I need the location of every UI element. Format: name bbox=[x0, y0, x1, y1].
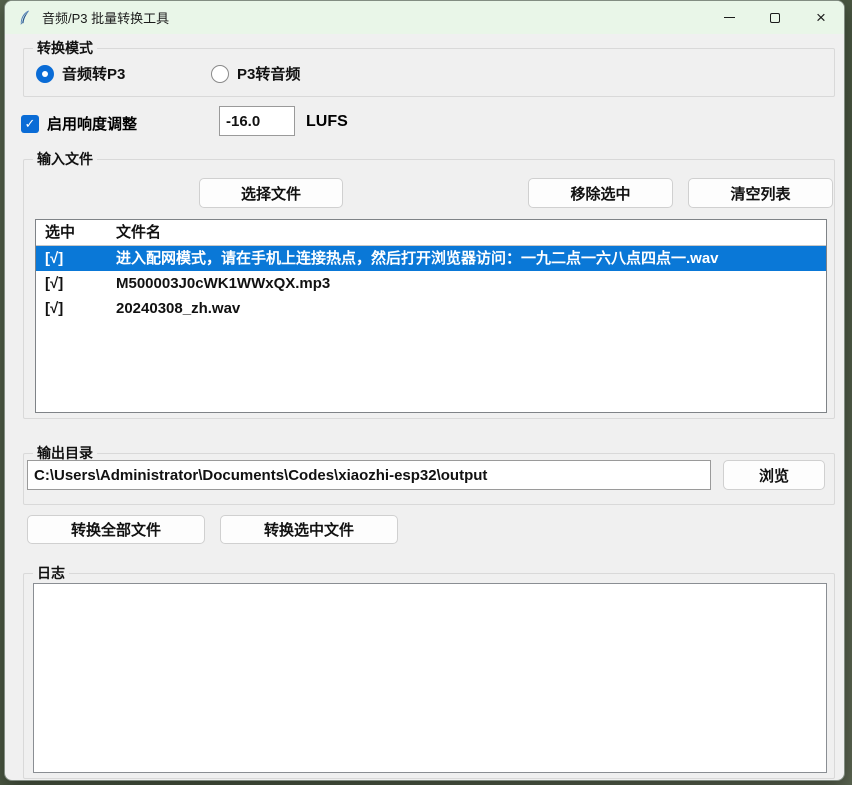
convert-selected-button[interactable]: 转换选中文件 bbox=[220, 515, 398, 544]
table-row[interactable]: [√]进入配网模式，请在手机上连接热点，然后打开浏览器访问：一九二点一六八点四点… bbox=[36, 246, 826, 271]
log-group-label: 日志 bbox=[33, 563, 69, 583]
mode-groupbox: 转换模式 音频转P3 P3转音频 bbox=[23, 48, 835, 97]
row-checked: [√] bbox=[36, 271, 116, 296]
lufs-input[interactable]: -16.0 bbox=[219, 106, 295, 136]
header-checked: 选中 bbox=[36, 220, 116, 245]
mode-group-label: 转换模式 bbox=[33, 38, 97, 58]
radio-p3-to-audio[interactable]: P3转音频 bbox=[211, 63, 300, 84]
title-bar: 音频/P3 批量转换工具 × bbox=[5, 1, 844, 34]
close-icon: × bbox=[816, 9, 826, 26]
file-table[interactable]: 选中 文件名 [√]进入配网模式，请在手机上连接热点，然后打开浏览器访问：一九二… bbox=[35, 219, 827, 413]
header-filename: 文件名 bbox=[116, 220, 826, 245]
select-files-button[interactable]: 选择文件 bbox=[199, 178, 343, 208]
log-textarea[interactable] bbox=[33, 583, 827, 773]
output-path-input[interactable]: C:\Users\Administrator\Documents\Codes\x… bbox=[27, 460, 711, 490]
clear-list-button[interactable]: 清空列表 bbox=[688, 178, 833, 208]
row-filename: 20240308_zh.wav bbox=[116, 296, 826, 321]
maximize-icon bbox=[770, 13, 780, 23]
radio-icon bbox=[36, 65, 54, 83]
radio-label: P3转音频 bbox=[237, 63, 300, 84]
loudness-checkbox-label: 启用响度调整 bbox=[47, 113, 137, 134]
minimize-button[interactable] bbox=[706, 1, 752, 34]
file-table-body: [√]进入配网模式，请在手机上连接热点，然后打开浏览器访问：一九二点一六八点四点… bbox=[36, 246, 826, 321]
python-feather-icon bbox=[17, 10, 33, 26]
close-button[interactable]: × bbox=[798, 1, 844, 34]
row-filename: M500003J0cWK1WWxQX.mp3 bbox=[116, 271, 826, 296]
window-title: 音频/P3 批量转换工具 bbox=[42, 8, 169, 27]
minimize-icon bbox=[724, 17, 735, 18]
lufs-unit-label: LUFS bbox=[306, 113, 348, 131]
radio-icon bbox=[211, 65, 229, 83]
browse-button[interactable]: 浏览 bbox=[723, 460, 825, 490]
table-row[interactable]: [√]20240308_zh.wav bbox=[36, 296, 826, 321]
maximize-button[interactable] bbox=[752, 1, 798, 34]
row-checked: [√] bbox=[36, 296, 116, 321]
radio-audio-to-p3[interactable]: 音频转P3 bbox=[36, 63, 125, 84]
row-checked: [√] bbox=[36, 246, 116, 271]
loudness-row: ✓ 启用响度调整 bbox=[21, 113, 137, 134]
radio-label: 音频转P3 bbox=[62, 63, 125, 84]
file-table-header: 选中 文件名 bbox=[36, 220, 826, 246]
table-row[interactable]: [√]M500003J0cWK1WWxQX.mp3 bbox=[36, 271, 826, 296]
input-group-label: 输入文件 bbox=[33, 149, 97, 169]
remove-selected-button[interactable]: 移除选中 bbox=[528, 178, 673, 208]
loudness-checkbox[interactable]: ✓ bbox=[21, 115, 39, 133]
convert-all-button[interactable]: 转换全部文件 bbox=[27, 515, 205, 544]
row-filename: 进入配网模式，请在手机上连接热点，然后打开浏览器访问：一九二点一六八点四点一.w… bbox=[116, 246, 826, 271]
window-controls: × bbox=[706, 1, 844, 34]
app-window: 音频/P3 批量转换工具 × 转换模式 音频转P3 P3转音频 ✓ 启用响度调整… bbox=[4, 0, 845, 781]
